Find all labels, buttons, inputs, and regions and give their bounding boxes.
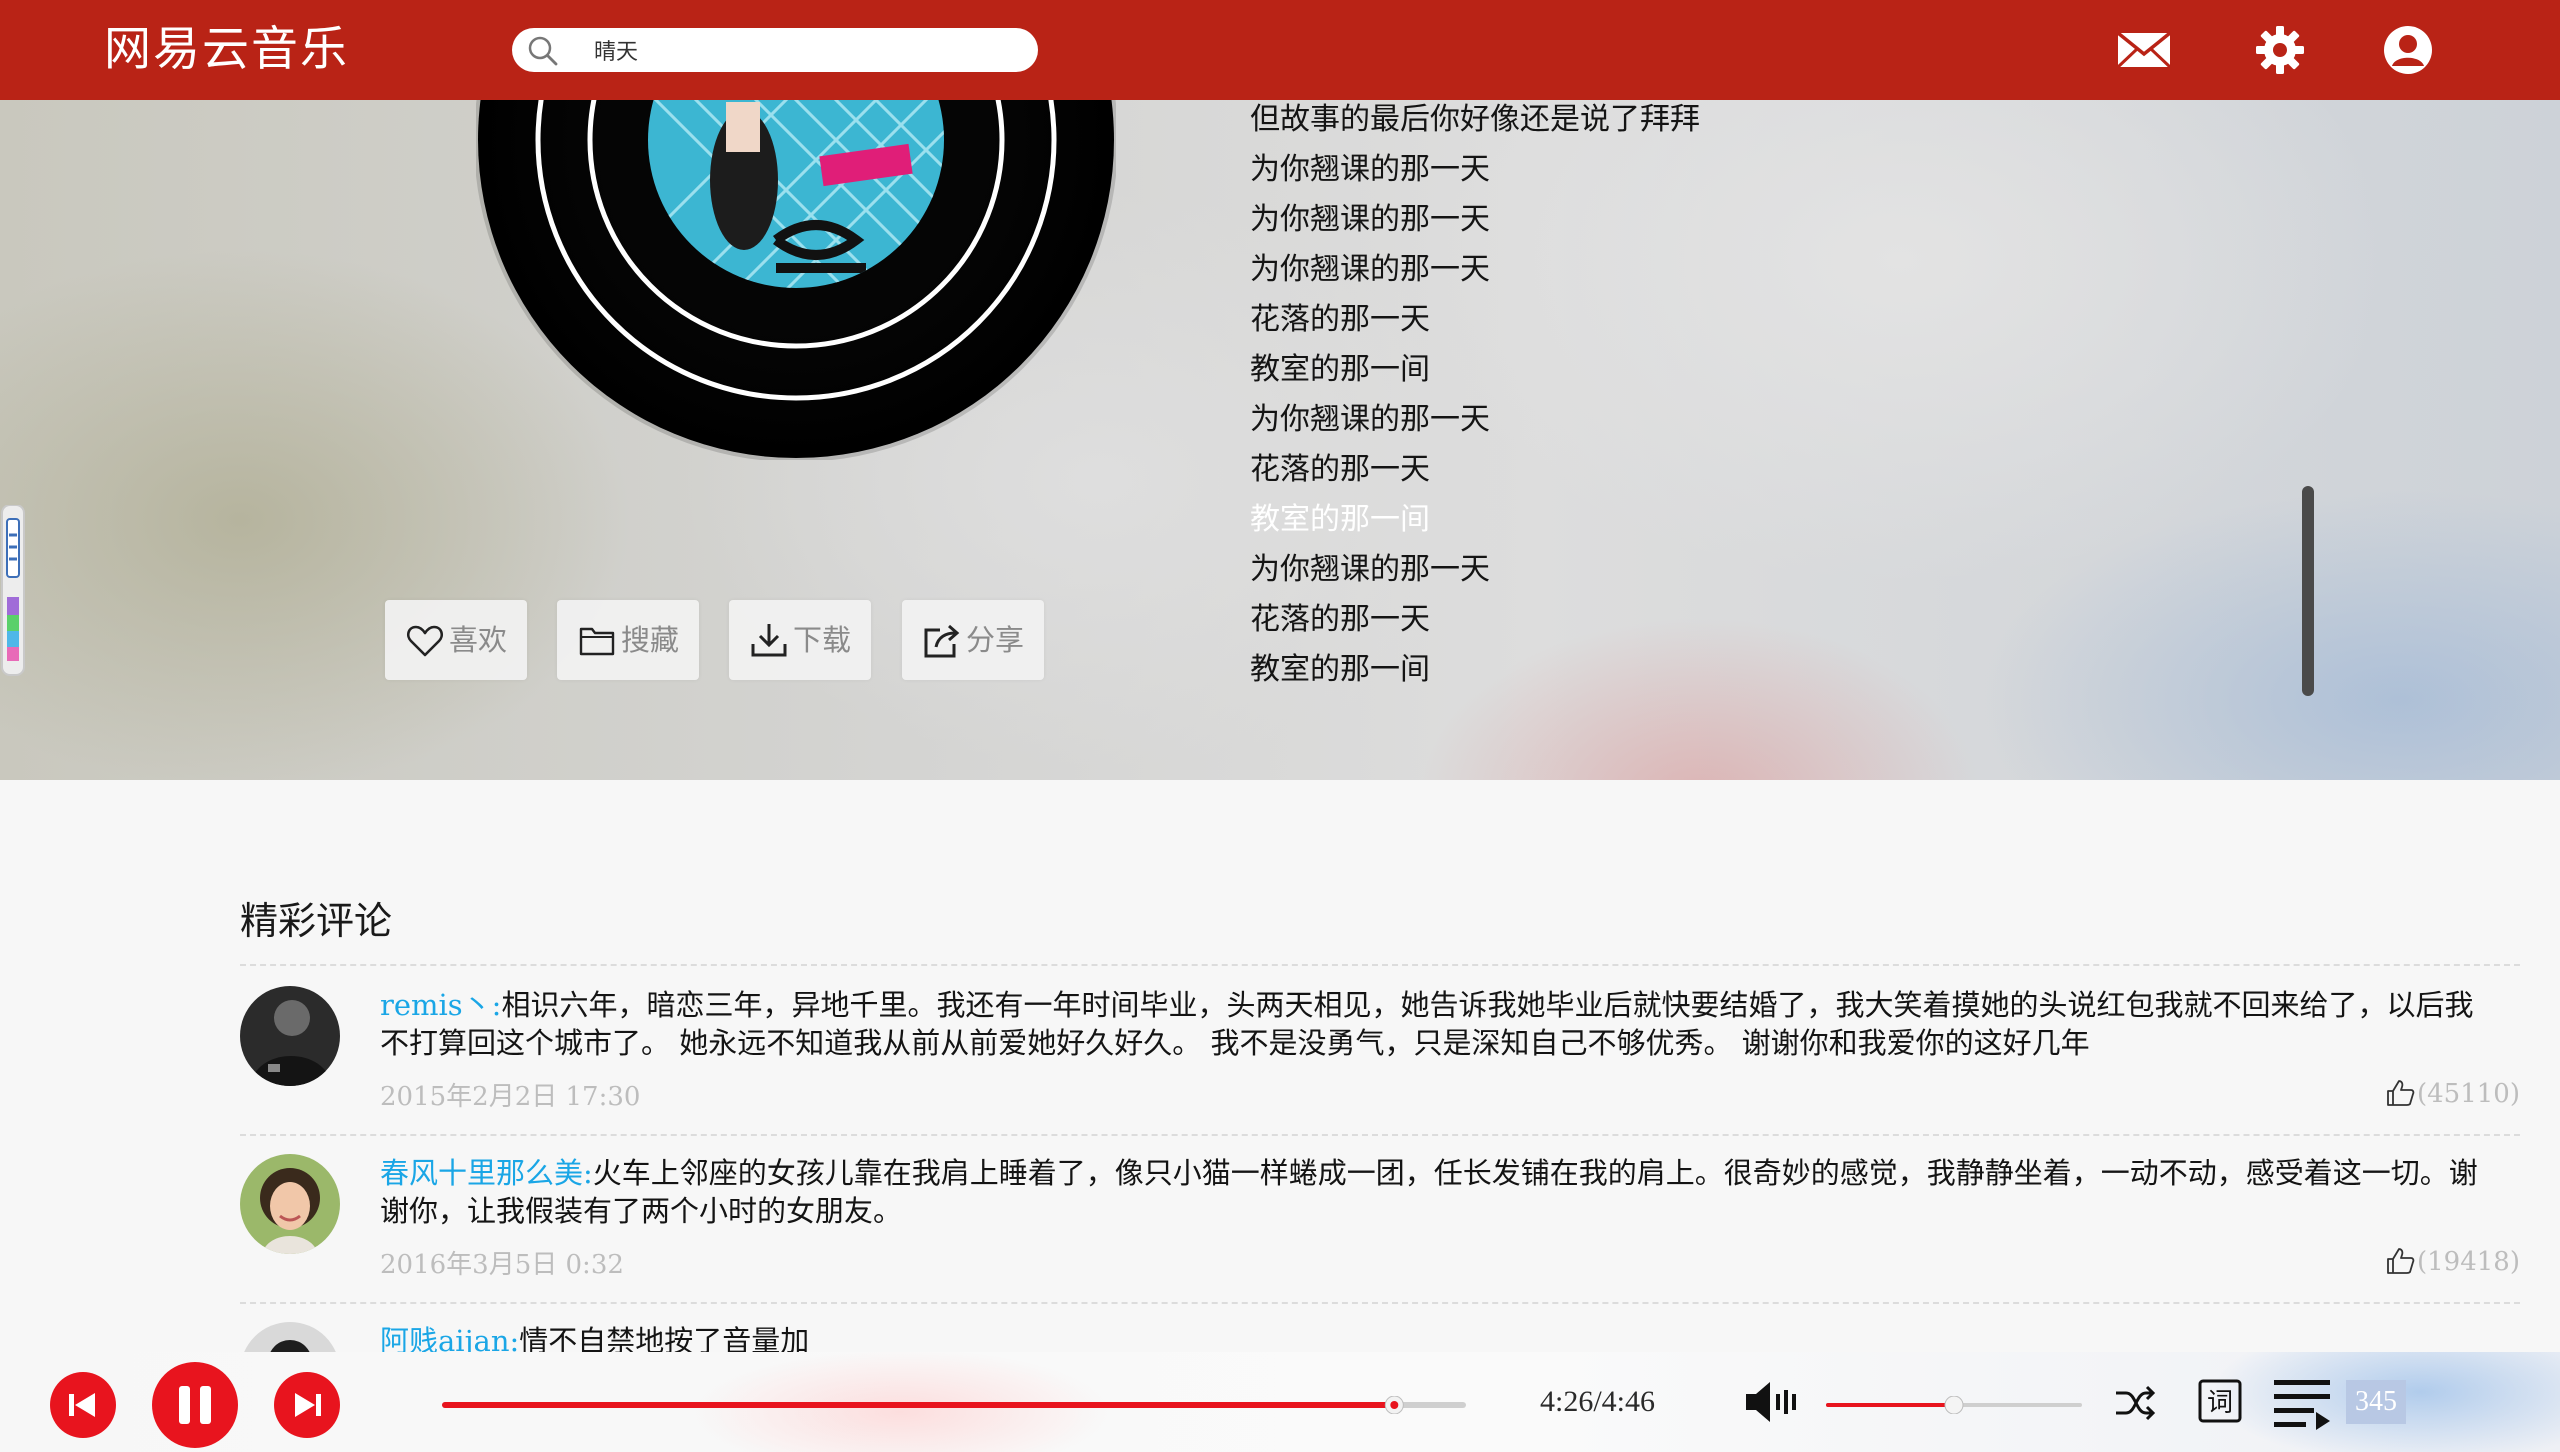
lyric-line: 教室的那一间: [1250, 352, 1430, 387]
comment-like-button[interactable]: (45110): [2385, 1078, 2520, 1109]
comment-text-block: remis丶:相识六年，暗恋三年，异地千里。我还有一年时间毕业，头两天相见，她告…: [380, 986, 2500, 1062]
avatar[interactable]: [240, 1322, 340, 1352]
previous-button[interactable]: [50, 1372, 116, 1438]
lyric-line: 为你翘课的那一天: [1250, 552, 1490, 587]
thumbs-up-icon: [2387, 1080, 2415, 1106]
comment-text: 火车上邻座的女孩儿靠在我肩上睡着了，像只小猫一样蜷成一团，任长发铺在我的肩上。很…: [380, 1156, 2478, 1228]
pause-button[interactable]: [152, 1362, 238, 1448]
progress-fill: [442, 1402, 1395, 1408]
comment-time: 2016年3月5日 0:32: [380, 1250, 624, 1280]
comment-text: 情不自禁地按了音量加: [519, 1324, 810, 1352]
progress-knob[interactable]: [1384, 1396, 1404, 1414]
share-button[interactable]: 分享: [902, 600, 1044, 680]
download-button[interactable]: 下载: [729, 600, 871, 680]
progress-slider[interactable]: [442, 1396, 1466, 1414]
lyrics-toggle-label: 词: [2207, 1388, 2233, 1418]
lyrics-scrollbar[interactable]: [2302, 486, 2314, 696]
top-bar: 网易云音乐: [0, 0, 2560, 100]
collect-button[interactable]: 搜藏: [557, 600, 699, 680]
comments-section: 精彩评论 remis丶:相识六年，暗恋三年，异地千里。我还有一年时间毕业，头两天…: [0, 780, 2560, 1352]
search-box[interactable]: [512, 28, 1038, 72]
collect-label: 搜藏: [621, 623, 680, 657]
share-label: 分享: [966, 623, 1025, 657]
lyric-line: 为你翘课的那一天: [1250, 152, 1490, 187]
lyric-line: 为你翘课的那一天: [1250, 252, 1490, 287]
playlist-icon[interactable]: [2272, 1374, 2334, 1430]
comment-like-count: (45110): [2417, 1079, 2520, 1109]
comment-like-count: (19418): [2417, 1247, 2520, 1277]
lyric-line: 花落的那一天: [1250, 302, 1430, 337]
lyric-line: 花落的那一天: [1250, 452, 1430, 487]
divider: [240, 1134, 2520, 1136]
lyric-line: 但故事的最后你好像还是说了拜拜: [1250, 102, 1700, 137]
comments-title: 精彩评论: [240, 899, 393, 943]
share-icon: [924, 624, 960, 658]
like-label: 喜欢: [449, 623, 508, 657]
comment-user[interactable]: 阿贱aijan:: [380, 1324, 519, 1352]
like-button[interactable]: 喜欢: [385, 600, 527, 680]
search-icon[interactable]: [526, 34, 560, 68]
lyric-line: 教室的那一间: [1250, 502, 1430, 537]
lyric-line: 为你翘课的那一天: [1250, 402, 1490, 437]
comment-time: 2015年2月2日 17:30: [380, 1082, 641, 1112]
search-input[interactable]: [594, 35, 1014, 65]
volume-fill: [1826, 1403, 1954, 1407]
playback-time: 4:26/4:46: [1540, 1385, 1656, 1418]
album-disc: [476, 100, 1116, 460]
comment-text: 相识六年，暗恋三年，异地千里。我还有一年时间毕业，头两天相见，她告诉我她毕业后就…: [380, 988, 2474, 1060]
avatar[interactable]: [240, 986, 340, 1086]
divider: [240, 964, 2520, 966]
playback-bar: 4:26/4:46 词 345: [0, 1352, 2560, 1452]
mail-icon[interactable]: [2116, 30, 2172, 70]
lyrics-toggle-button[interactable]: 词: [2198, 1378, 2242, 1424]
comment-text-block: 阿贱aijan:情不自禁地按了音量加: [380, 1322, 2500, 1352]
comment-user[interactable]: remis丶:: [380, 988, 501, 1022]
avatar[interactable]: [240, 1154, 340, 1254]
heart-icon: [406, 625, 444, 657]
lyric-line: 为你翘课的那一天: [1250, 202, 1490, 237]
volume-icon[interactable]: [1742, 1376, 1800, 1428]
next-button[interactable]: [274, 1372, 340, 1438]
shuffle-icon[interactable]: [2112, 1380, 2158, 1426]
download-label: 下载: [793, 623, 852, 657]
comment-text-block: 春风十里那么美:火车上邻座的女孩儿靠在我肩上睡着了，像只小猫一样蜷成一团，任长发…: [380, 1154, 2500, 1230]
volume-knob[interactable]: [1944, 1396, 1964, 1414]
divider: [240, 1302, 2520, 1304]
user-icon[interactable]: [2380, 24, 2436, 76]
thumbs-up-icon: [2387, 1248, 2415, 1274]
gear-icon[interactable]: [2252, 24, 2308, 76]
comment-user[interactable]: 春风十里那么美:: [380, 1156, 593, 1190]
side-tabs[interactable]: [0, 505, 26, 775]
lyric-line: 教室的那一间: [1250, 652, 1430, 687]
app-logo: 网易云音乐: [104, 22, 349, 77]
comment-like-button[interactable]: (19418): [2385, 1246, 2520, 1277]
now-playing-panel: 喜欢 搜藏 下载 分享 但故事的最后你好像还是说了拜拜 为你翘课的那一天 为你翘…: [0, 100, 2560, 780]
lyric-line: 花落的那一天: [1250, 602, 1430, 637]
download-icon: [751, 624, 787, 657]
volume-slider[interactable]: [1826, 1396, 2082, 1414]
playlist-count-badge[interactable]: 345: [2346, 1380, 2406, 1424]
folder-icon: [579, 627, 615, 656]
